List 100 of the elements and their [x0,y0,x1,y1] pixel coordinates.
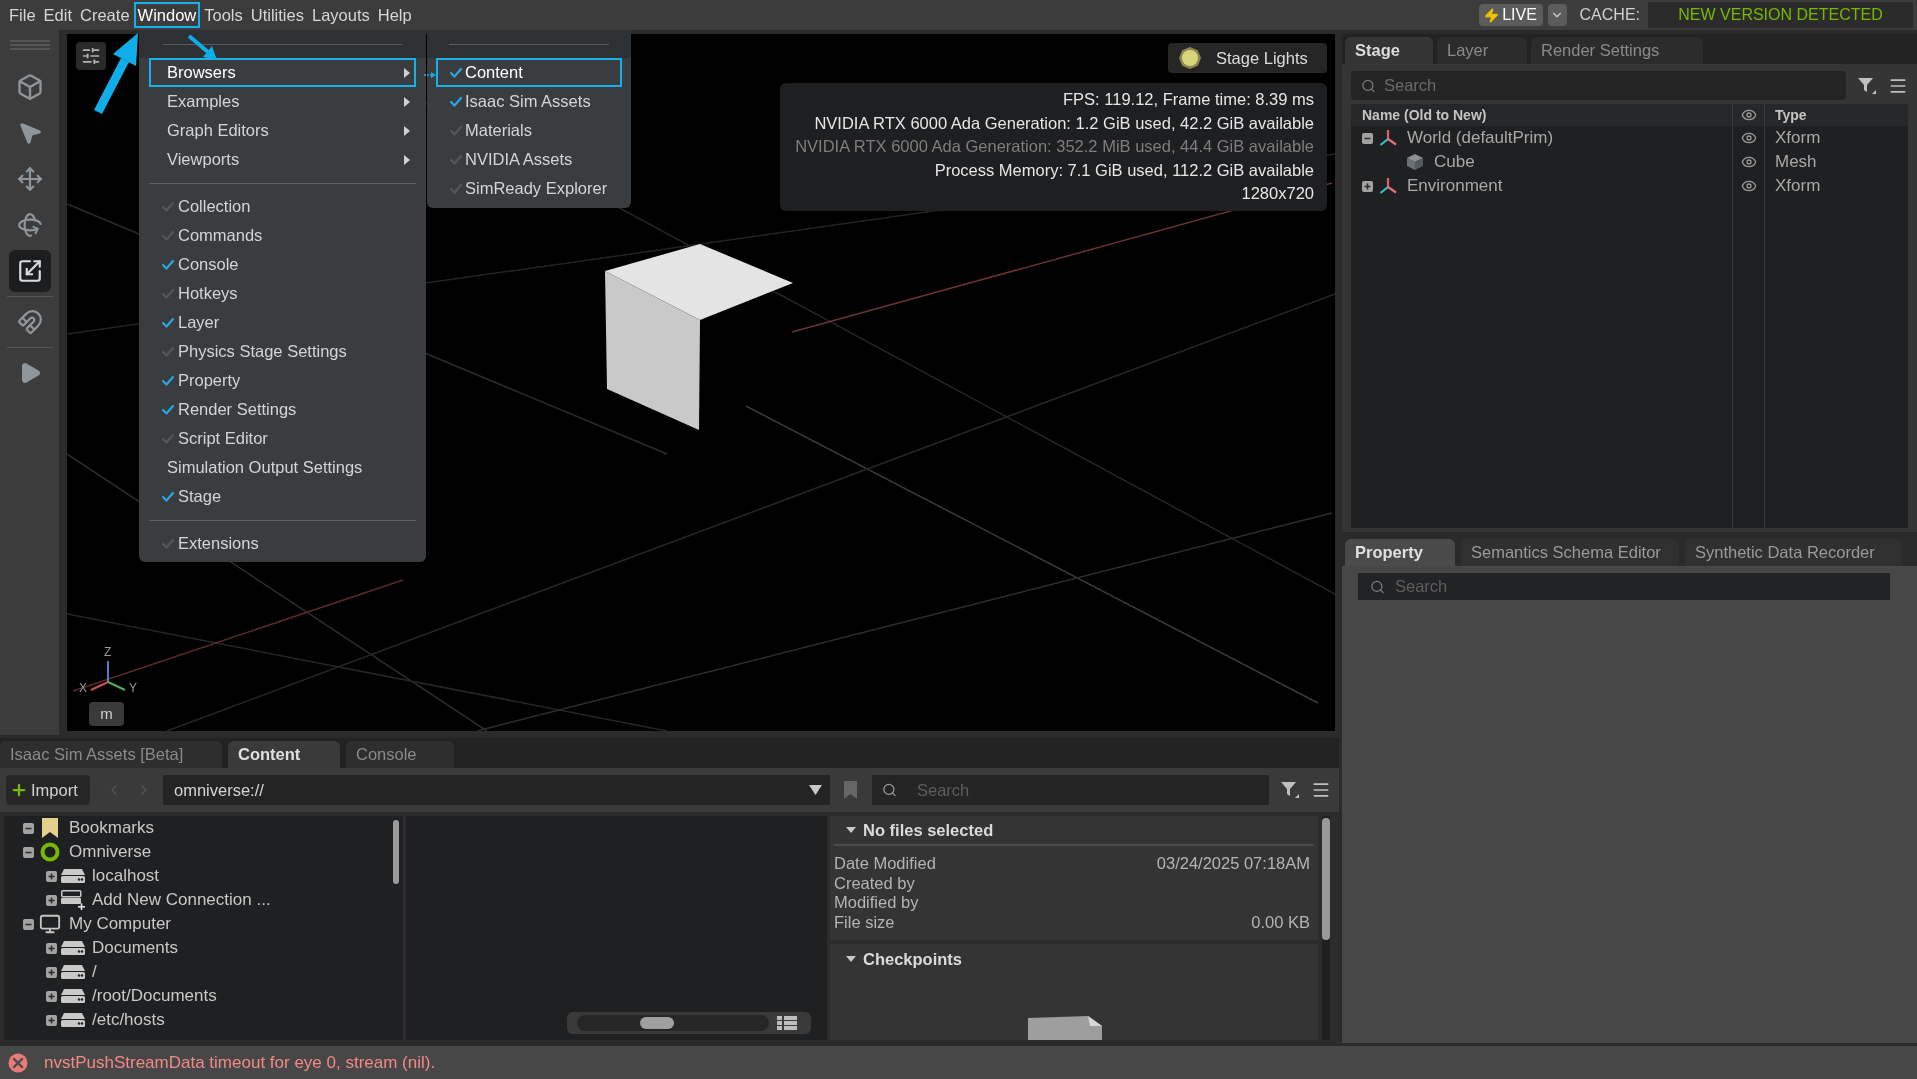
scrollbar-thumb[interactable] [393,820,399,884]
menu-item[interactable]: File [5,2,40,28]
tree-item[interactable]: /root/Documents [92,983,217,1009]
expand-icon[interactable] [46,942,57,954]
tree-item[interactable]: Bookmarks [69,815,155,841]
eye-icon[interactable] [1740,178,1757,194]
field-label: Modified by [834,892,919,914]
tear-off-bar[interactable] [139,30,426,58]
expand-icon[interactable] [46,1014,57,1026]
search-field[interactable]: Search [1351,71,1846,100]
panel-tab[interactable]: Stage [1345,37,1433,64]
menu-item[interactable]: Materials [436,116,622,145]
menu-item[interactable]: Collection [149,192,416,221]
slider-thumb[interactable] [640,1017,675,1029]
import-button[interactable]: Import [6,775,90,805]
panel-tab[interactable]: Semantics Schema Editor [1461,539,1679,566]
expand-icon[interactable] [46,990,57,1002]
collapse-icon[interactable] [1362,132,1373,144]
menu-item[interactable]: Isaac Sim Assets [436,87,622,116]
tree-item[interactable]: Omniverse [69,839,152,865]
panel-tab[interactable]: Console [346,741,454,768]
unit-button[interactable]: m [89,702,124,726]
grip-icon[interactable] [9,40,50,50]
menu-item[interactable]: Extensions [149,529,416,558]
panel-tab[interactable]: Isaac Sim Assets [Beta] [0,741,222,768]
eye-icon[interactable] [1740,107,1757,123]
prim-name[interactable]: Cube [1434,149,1475,175]
panel-tab[interactable]: Content [228,741,340,768]
menu-item[interactable]: Content [436,58,622,87]
menu-item[interactable]: Render Settings [149,395,416,424]
eye-icon[interactable] [1740,154,1757,170]
tree-item[interactable]: Add New Connection ... [92,887,271,913]
menu-item[interactable]: Help [373,2,416,28]
slider-track[interactable] [577,1015,769,1031]
dropdown-triangle-icon[interactable] [809,785,822,795]
drive-icon [61,989,85,1003]
section-header[interactable]: Checkpoints [834,944,1314,974]
menu-item[interactable]: Examples [149,87,416,116]
panel-tab[interactable]: Render Settings [1531,37,1703,64]
tree-item[interactable]: My Computer [69,911,172,937]
menu-item[interactable]: Simulation Output Settings [149,453,416,482]
move-icon [16,166,43,192]
menu-item[interactable]: Property [149,366,416,395]
section-header[interactable]: No files selected [834,816,1314,846]
expand-icon[interactable] [46,894,57,906]
search-field[interactable]: Search [872,775,1269,805]
panel-tab[interactable]: Layer [1437,37,1527,64]
menu-item[interactable]: Script Editor [149,424,416,453]
caret-right-icon [404,125,410,136]
collapse-icon[interactable] [23,846,34,858]
tree-item[interactable]: / [92,959,97,985]
live-dropdown-button[interactable] [1547,4,1567,26]
menu-icon[interactable] [1311,780,1331,800]
prim-name[interactable]: Environment [1407,173,1503,199]
collapse-icon[interactable] [23,822,34,834]
list-view-icon[interactable] [777,1016,797,1030]
menu-item[interactable]: NVIDIA Assets [436,145,622,174]
menu-item[interactable]: Commands [149,221,416,250]
rotate-icon [16,212,43,238]
tree-item[interactable]: Documents [92,935,178,961]
stats-text: NVIDIA RTX 6000 Ada Generation: 1.2 GiB used, 42.2 GiB available [814,112,1314,134]
menu-item[interactable]: Stage [149,482,416,511]
panel-tab[interactable]: Property [1345,539,1455,566]
menu-item[interactable]: Edit [39,2,77,28]
menu-item[interactable]: Graph Editors [149,116,416,145]
menu-item[interactable]: Console [149,250,416,279]
search-field[interactable]: Search [1358,573,1890,600]
filter-icon[interactable] [1281,782,1299,798]
menu-item[interactable]: Tools [200,2,247,28]
menu-item[interactable]: SimReady Explorer [436,174,622,203]
menu-item[interactable]: Hotkeys [149,279,416,308]
path-field[interactable]: omniverse:// [163,775,830,805]
tree-item[interactable]: /etc/hosts [92,1007,165,1033]
menu-item[interactable]: Browsers [149,58,416,87]
menu-item[interactable]: Utilities [246,2,308,28]
menu-item[interactable]: Physics Stage Settings [149,337,416,366]
menu-item[interactable]: Window [133,2,201,28]
viewport-settings-button[interactable] [76,42,106,70]
collapse-icon[interactable] [23,918,34,930]
stats-text: NVIDIA RTX 6000 Ada Generation: 352.2 MiB used, 44.4 GiB available [795,136,1314,157]
file-icon [1028,1016,1102,1040]
menu-item[interactable]: Layouts [307,2,374,28]
expand-icon[interactable] [46,966,57,978]
axis-label: Y [129,682,137,694]
tree-item[interactable]: localhost [92,863,160,889]
filter-icon[interactable] [1858,77,1876,94]
stage-lights-button[interactable]: Stage Lights [1168,43,1327,73]
expand-icon[interactable] [46,870,57,882]
eye-icon[interactable] [1740,130,1757,146]
menu-item[interactable]: Create [76,2,134,28]
tool-button[interactable] [8,250,51,292]
prim-type: Xform [1775,175,1821,198]
panel-tab[interactable]: Synthetic Data Recorder [1685,539,1902,566]
live-button[interactable]: LIVE [1478,4,1543,26]
sun-icon [1178,46,1202,70]
menu-item[interactable]: Viewports [149,145,416,174]
scrollbar-thumb[interactable] [1322,818,1330,940]
prim-name[interactable]: World (defaultPrim) [1407,125,1554,151]
expand-icon[interactable] [1362,180,1373,192]
menu-item[interactable]: Layer [149,308,416,337]
